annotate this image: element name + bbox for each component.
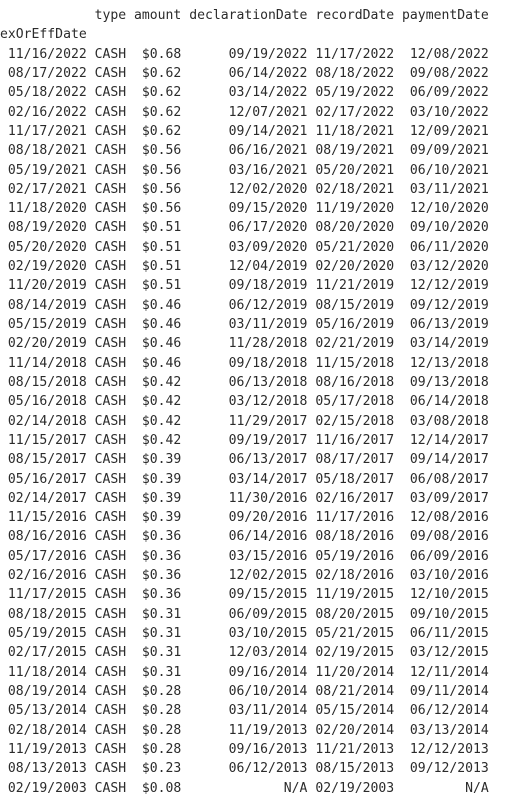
table-row: 08/19/2020 CASH $0.51 06/17/2020 08/20/2… [0,220,489,236]
table-row: 11/15/2017 CASH $0.42 09/19/2017 11/16/2… [0,432,489,448]
table-row: 05/19/2021 CASH $0.56 03/16/2021 05/20/2… [0,162,489,178]
table-row: 05/16/2017 CASH $0.39 03/14/2017 05/18/2… [0,471,489,487]
table-row: 05/18/2022 CASH $0.62 03/14/2022 05/19/2… [0,85,489,101]
table-row: 02/17/2021 CASH $0.56 12/02/2020 02/18/2… [0,181,489,197]
table-row: 02/18/2014 CASH $0.28 11/19/2013 02/20/2… [0,722,489,738]
dataframe-text-output: type amount declarationDate recordDate p… [0,0,512,796]
table-header-row: type amount declarationDate recordDate p… [0,8,489,23]
table-row: 08/15/2017 CASH $0.39 06/13/2017 08/17/2… [0,452,489,468]
dataframe-pre: type amount declarationDate recordDate p… [0,6,512,798]
table-row: 02/19/2003 CASH $0.08 N/A 02/19/2003 N/A [0,780,489,796]
table-row: 11/20/2019 CASH $0.51 09/18/2019 11/21/2… [0,278,489,294]
table-row: 02/16/2022 CASH $0.62 12/07/2021 02/17/2… [0,104,489,120]
table-row: 05/15/2019 CASH $0.46 03/11/2019 05/16/2… [0,317,489,332]
table-row: 05/20/2020 CASH $0.51 03/09/2020 05/21/2… [0,239,489,255]
table-row: 05/16/2018 CASH $0.42 03/12/2018 05/17/2… [0,394,489,410]
table-row: 08/14/2019 CASH $0.46 06/12/2019 08/15/2… [0,297,489,313]
table-row: 02/16/2016 CASH $0.36 12/02/2015 02/18/2… [0,568,489,584]
table-row: 08/17/2022 CASH $0.62 06/14/2022 08/18/2… [0,65,489,81]
table-row: 08/18/2021 CASH $0.56 06/16/2021 08/19/2… [0,143,489,159]
table-row: 05/17/2016 CASH $0.36 03/15/2016 05/19/2… [0,548,489,564]
table-row: 11/15/2016 CASH $0.39 09/20/2016 11/17/2… [0,510,489,526]
table-row: 02/20/2019 CASH $0.46 11/28/2018 02/21/2… [0,336,489,352]
table-row: 11/19/2013 CASH $0.28 09/16/2013 11/21/2… [0,741,489,757]
table-row: 02/17/2015 CASH $0.31 12/03/2014 02/19/2… [0,645,489,661]
table-row: 11/18/2020 CASH $0.56 09/15/2020 11/19/2… [0,201,489,217]
table-row: 02/14/2018 CASH $0.42 11/29/2017 02/15/2… [0,413,489,429]
table-row: 08/16/2016 CASH $0.36 06/14/2016 08/18/2… [0,529,489,545]
table-row: 11/18/2014 CASH $0.31 09/16/2014 11/20/2… [0,664,489,680]
table-row: 11/17/2021 CASH $0.62 09/14/2021 11/18/2… [0,123,489,139]
table-row: 11/17/2015 CASH $0.36 09/15/2015 11/19/2… [0,587,489,603]
table-row: 11/14/2018 CASH $0.46 09/18/2018 11/15/2… [0,355,489,371]
table-row: 05/19/2015 CASH $0.31 03/10/2015 05/21/2… [0,626,489,641]
table-row: 11/16/2022 CASH $0.68 09/19/2022 11/17/2… [0,46,489,62]
table-row: 05/13/2014 CASH $0.28 03/11/2014 05/15/2… [0,703,489,719]
table-row: 08/18/2015 CASH $0.31 06/09/2015 08/20/2… [0,606,489,622]
table-row: 08/15/2018 CASH $0.42 06/13/2018 08/16/2… [0,374,489,390]
table-row: 02/14/2017 CASH $0.39 11/30/2016 02/16/2… [0,490,489,506]
index-name-row: exOrEffDate [0,27,87,43]
table-row: 08/13/2013 CASH $0.23 06/12/2013 08/15/2… [0,761,489,777]
table-row: 02/19/2020 CASH $0.51 12/04/2019 02/20/2… [0,259,489,275]
table-row: 08/19/2014 CASH $0.28 06/10/2014 08/21/2… [0,683,489,699]
